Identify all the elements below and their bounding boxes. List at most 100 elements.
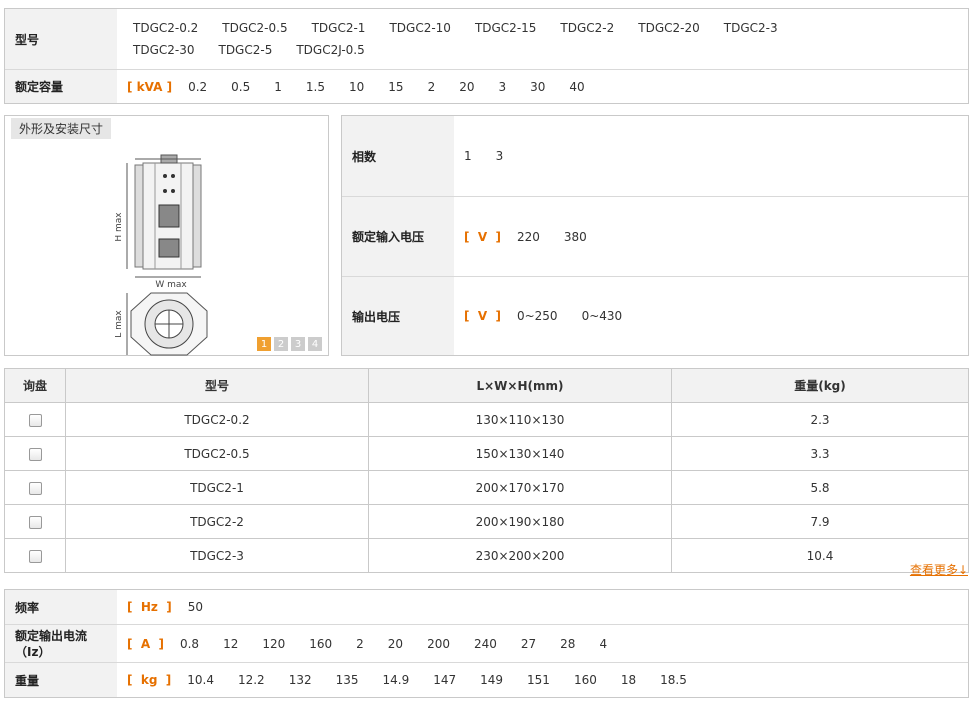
attribute-box-bottom: 频率 [ Hz ] 50 额定输出电流 （Iz） [ A ] 0.8 12 120 1… (4, 589, 969, 698)
current-label-line2: （Iz） (15, 644, 51, 659)
l-max-label: L max (115, 310, 124, 338)
current-value[interactable]: 240 (474, 637, 497, 651)
capacity-value[interactable]: 0.2 (188, 80, 207, 94)
current-value[interactable]: 0.8 (180, 637, 199, 651)
weight-value[interactable]: 132 (289, 673, 312, 687)
dimensions-cell: 200×190×180 (368, 504, 672, 539)
image-page-2[interactable]: 2 (274, 337, 288, 351)
capacity-value[interactable]: 3 (498, 80, 506, 94)
phase-values: 13 (464, 116, 527, 196)
table-header-row: 询盘 型号 L×W×H(mm) 重量(kg) (4, 368, 969, 403)
frequency-values: [ Hz ] 50 (127, 590, 227, 624)
current-value[interactable]: 20 (388, 637, 403, 651)
inquiry-checkbox[interactable] (28, 481, 42, 495)
output-voltage-label: 输出电压 (342, 277, 454, 355)
input-voltage-value[interactable]: 380 (564, 230, 587, 244)
weight-value[interactable]: 10.4 (187, 673, 214, 687)
output-voltage-values: [ V ] 0~250 0~430 (464, 277, 646, 355)
dimensions-cell: 150×130×140 (368, 436, 672, 471)
weight-value[interactable]: 18.5 (660, 673, 687, 687)
col-inquiry: 询盘 (4, 368, 66, 403)
image-page-4[interactable]: 4 (308, 337, 322, 351)
weight-value[interactable]: 160 (574, 673, 597, 687)
weight-value[interactable]: 18 (621, 673, 636, 687)
product-table: 询盘 型号 L×W×H(mm) 重量(kg) TDGC2-0.2 130×110×… (4, 368, 969, 573)
current-label-line1: 额定输出电流 (15, 628, 88, 643)
view-more-link[interactable]: 查看更多↓ (910, 561, 968, 578)
capacity-value[interactable]: 1.5 (306, 80, 325, 94)
inquiry-checkbox[interactable] (28, 447, 42, 461)
weight-cell: 2.3 (671, 402, 969, 437)
weight-value[interactable]: 147 (433, 673, 456, 687)
model-option[interactable]: TDGC2-15 (475, 17, 536, 39)
model-cell: TDGC2-0.5 (65, 436, 369, 471)
weight-value[interactable]: 151 (527, 673, 550, 687)
capacity-value[interactable]: 40 (569, 80, 584, 94)
capacity-value[interactable]: 0.5 (231, 80, 250, 94)
transformer-drawing: H max W max L max (115, 154, 208, 356)
weight-values: [ kg ] 10.4 12.2 132 135 14.9 147 149 151 160 18 1… (127, 663, 711, 697)
capacity-value[interactable]: 15 (388, 80, 403, 94)
model-option[interactable]: TDGC2-2 (560, 17, 614, 39)
inquiry-cell (4, 470, 66, 505)
table-row: TDGC2-1 200×170×170 5.8 (4, 470, 969, 505)
inquiry-checkbox[interactable] (28, 413, 42, 427)
capacity-values: [ kVA ] 0.2 0.5 1 1.5 10 15 2 20 3 30 40 (127, 70, 609, 103)
dimension-image-panel: 外形及安装尺寸 H max W max L max 1234 (4, 115, 329, 356)
current-label: 额定输出电流 （Iz） (5, 625, 117, 662)
phase-value[interactable]: 1 (464, 149, 472, 163)
inquiry-checkbox[interactable] (28, 549, 42, 563)
capacity-value[interactable]: 2 (428, 80, 436, 94)
model-option[interactable]: TDGC2-3 (724, 17, 778, 39)
model-option[interactable]: TDGC2-10 (389, 17, 450, 39)
input-voltage-value[interactable]: 220 (517, 230, 540, 244)
dimensions-cell: 200×170×170 (368, 470, 672, 505)
model-option[interactable]: TDGC2-30 (133, 39, 194, 61)
frequency-value[interactable]: 50 (188, 600, 203, 614)
output-voltage-value[interactable]: 0~250 (517, 309, 558, 323)
current-value[interactable]: 12 (223, 637, 238, 651)
model-option[interactable]: TDGC2-5 (218, 39, 272, 61)
dimensions-cell: 130×110×130 (368, 402, 672, 437)
weight-value[interactable]: 14.9 (383, 673, 410, 687)
current-value[interactable]: 200 (427, 637, 450, 651)
image-page-1[interactable]: 1 (257, 337, 271, 351)
model-option[interactable]: TDGC2J-0.5 (296, 39, 364, 61)
current-value[interactable]: 2 (356, 637, 364, 651)
current-value[interactable]: 160 (309, 637, 332, 651)
dimensions-cell: 230×200×200 (368, 538, 672, 573)
capacity-value[interactable]: 30 (530, 80, 545, 94)
phase-value[interactable]: 3 (496, 149, 504, 163)
weight-label: 重量 (5, 663, 117, 697)
weight-value[interactable]: 12.2 (238, 673, 265, 687)
frequency-unit: [ Hz ] (127, 600, 172, 614)
weight-value[interactable]: 149 (480, 673, 503, 687)
h-max-label: H max (115, 212, 124, 242)
capacity-value[interactable]: 10 (349, 80, 364, 94)
current-value[interactable]: 27 (521, 637, 536, 651)
input-voltage-label: 额定输入电压 (342, 197, 454, 276)
model-option[interactable]: TDGC2-0.5 (222, 17, 287, 39)
input-voltage-unit: [ V ] (464, 229, 501, 244)
model-option[interactable]: TDGC2-0.2 (133, 17, 198, 39)
image-tab[interactable]: 外形及安装尺寸 (11, 118, 112, 139)
w-max-label: W max (155, 280, 187, 290)
current-value[interactable]: 28 (560, 637, 575, 651)
image-pager: 1234 (257, 337, 322, 351)
model-option[interactable]: TDGC2-1 (312, 17, 366, 39)
inquiry-checkbox[interactable] (28, 515, 42, 529)
current-value[interactable]: 120 (262, 637, 285, 651)
image-page-3[interactable]: 3 (291, 337, 305, 351)
weight-value[interactable]: 135 (336, 673, 359, 687)
col-model: 型号 (65, 368, 369, 403)
model-cell: TDGC2-3 (65, 538, 369, 573)
attribute-box-top: 型号 TDGC2-0.2 TDGC2-0.5 TDGC2-1 TDGC2-10 TDGC… (4, 8, 969, 104)
model-cell: TDGC2-2 (65, 504, 369, 539)
weight-unit: [ kg ] (127, 673, 172, 687)
model-option[interactable]: TDGC2-20 (638, 17, 699, 39)
output-voltage-value[interactable]: 0~430 (582, 309, 623, 323)
current-value[interactable]: 4 (599, 637, 607, 651)
table-row: TDGC2-0.5 150×130×140 3.3 (4, 436, 969, 471)
capacity-value[interactable]: 20 (459, 80, 474, 94)
capacity-value[interactable]: 1 (274, 80, 282, 94)
